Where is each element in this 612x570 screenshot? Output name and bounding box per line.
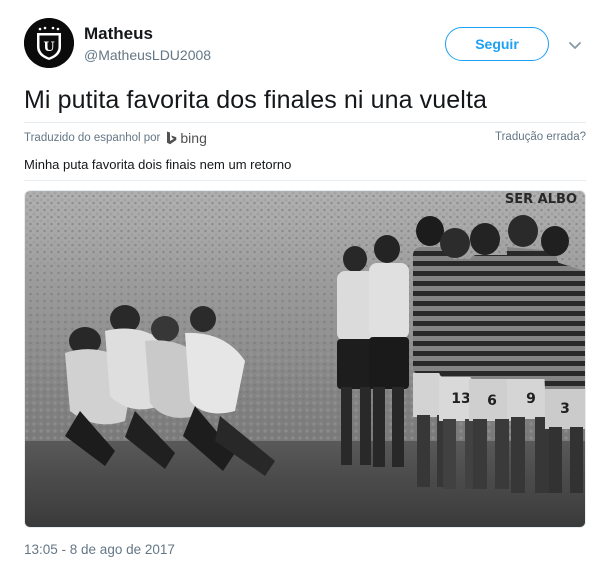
ldu-crest-icon: U [24,18,74,68]
tweet-photo[interactable]: SER ALBO 13 6 9 3 [24,190,586,528]
translated-text: Minha puta favorita dois finais nem um r… [24,157,292,172]
football-photo: SER ALBO 13 6 9 3 [25,191,585,527]
avatar[interactable]: U [24,18,74,68]
user-handle[interactable]: @MatheusLDU2008 [84,47,211,63]
wrong-translation-link[interactable]: Tradução errada? [495,131,586,143]
tweet-text: Mi putita favorita dos finales ni una vu… [24,86,487,114]
divider [24,122,586,123]
bing-logo-icon [167,131,177,145]
display-name[interactable]: Matheus [84,24,153,44]
svg-text:U: U [43,40,55,55]
translation-attribution: Traduzido do espanhol por bing [24,130,207,146]
translator-name: bing [180,130,207,146]
translated-by-label: Traduzido do espanhol por [24,132,161,144]
tweet-card: U Matheus @MatheusLDU2008 Seguir Mi puti… [0,0,612,570]
chevron-down-icon[interactable] [566,36,584,54]
tweet-timestamp[interactable]: 13:05 - 8 de ago de 2017 [24,542,175,557]
follow-button[interactable]: Seguir [445,27,549,61]
divider [24,180,586,181]
